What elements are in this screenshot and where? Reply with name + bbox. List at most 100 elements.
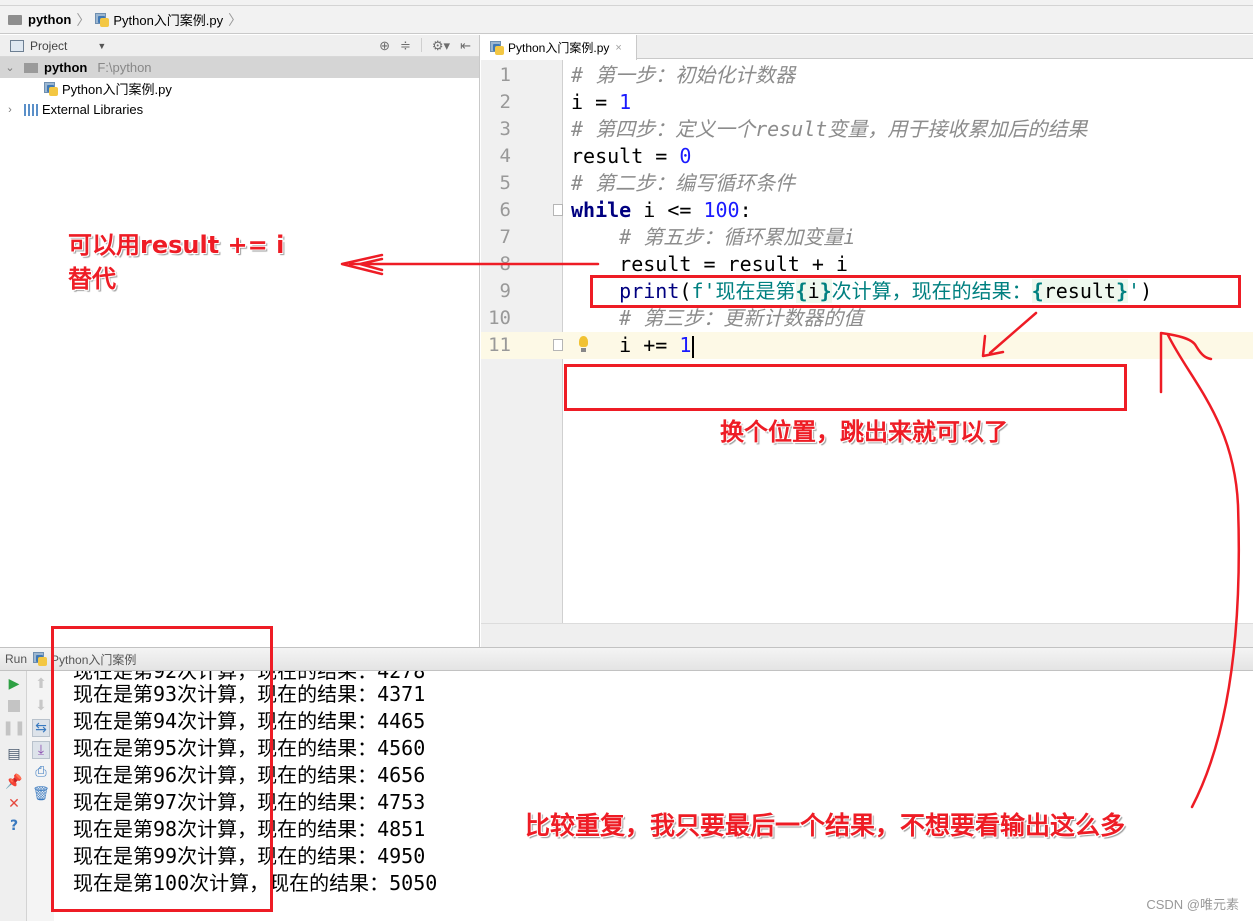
breadcrumb-file[interactable]: Python入门案例.py [113, 10, 223, 29]
project-panel-title[interactable]: Project [30, 39, 67, 53]
line-number: 9 [499, 280, 511, 302]
locate-icon[interactable]: ⊕ [379, 38, 390, 54]
code-line-1[interactable]: # 第一步：初始化计数器 [563, 62, 1253, 89]
down-arrow-icon[interactable]: ⬇ [32, 697, 50, 715]
tree-item-path: F:\python [97, 60, 152, 75]
line-number: 6 [499, 199, 511, 221]
breadcrumb-project[interactable]: python [28, 12, 71, 27]
code-line-7[interactable]: # 第五步：循环累加变量i [563, 224, 1253, 251]
breadcrumb: python 〉 Python入门案例.py 〉 [0, 6, 1253, 34]
line-number: 5 [499, 172, 511, 194]
folder-icon [8, 14, 22, 25]
folder-icon [24, 62, 38, 73]
code-line-3[interactable]: # 第四步：定义一个result变量，用于接收累加后的结果 [563, 116, 1253, 143]
collapse-all-icon[interactable]: ≑ [400, 38, 411, 54]
gear-icon[interactable]: ⚙▾ [432, 38, 450, 54]
run-panel-label[interactable]: Run [5, 652, 27, 666]
annotation-replace-note: 可以用result += i 替代 [68, 228, 284, 296]
code-line-6[interactable]: while i <= 100: [553, 197, 1253, 224]
tree-item-label: Python入门案例.py [62, 82, 172, 97]
code-line-2[interactable]: i = 1 [563, 89, 1253, 116]
hide-panel-icon[interactable]: ⇤ [460, 38, 471, 54]
tree-item-label: External Libraries [42, 102, 144, 117]
code-line-11[interactable]: i += 1 [553, 332, 1253, 359]
tree-item-file[interactable]: Python入门案例.py [0, 78, 479, 99]
project-panel: Project ▼ ⊕ ≑ ⚙▾ ⇤ ⌄ python F:\python Py… [0, 35, 480, 647]
number-literal: 0 [679, 144, 692, 168]
trash-icon[interactable]: 🗑 [32, 785, 50, 803]
soft-wrap-icon[interactable]: ⇆ [32, 719, 50, 737]
number-literal: 1 [619, 90, 632, 114]
pin-icon[interactable]: 📌 [5, 773, 23, 791]
tree-item-label: python [44, 60, 88, 75]
code-text: result = result + i [571, 252, 848, 276]
line-number: 10 [488, 307, 511, 329]
toolbar-divider [420, 38, 422, 52]
tab-python-file[interactable]: Python入门案例.py × [481, 35, 637, 60]
print-icon[interactable]: ⎙ [32, 763, 50, 781]
stop-icon[interactable] [5, 697, 23, 715]
code-line-4[interactable]: result = 0 [563, 143, 1253, 170]
fold-marker-icon[interactable] [553, 204, 563, 216]
editor-tab-bar: Python入门案例.py × [481, 35, 1253, 60]
python-file-icon [490, 40, 504, 55]
run-toolbar-secondary: ⬆ ⬇ ⇆ ⤓ ⎙ 🗑 [27, 671, 54, 921]
code-text: : [739, 198, 752, 222]
tree-item-external-libraries[interactable]: › External Libraries [0, 99, 479, 120]
annotation-line: 可以用result += i [68, 231, 285, 259]
chevron-right-icon: 〉 [228, 11, 243, 28]
lightbulb-icon[interactable] [579, 336, 588, 352]
python-icon [33, 652, 48, 666]
comment: # 第四步：定义一个result变量，用于接收累加后的结果 [571, 117, 1088, 141]
annotation-repeat-note: 比较重复，我只要最后一个结果，不想要看输出这么多 [525, 811, 1126, 840]
line-number: 7 [499, 226, 511, 248]
watermark: CSDN @唯元素 [1146, 897, 1239, 912]
highlight-box-print-line [590, 275, 1241, 308]
dropdown-arrow-icon[interactable]: ▼ [97, 41, 106, 51]
line-number-gutter: 1 2 3 4 5 6 7 8 9 10 11 [481, 60, 563, 623]
line-number: 11 [488, 334, 511, 356]
code-text: i = [571, 90, 620, 114]
text-cursor [692, 335, 695, 358]
libraries-icon [24, 103, 38, 116]
line-number: 3 [499, 118, 511, 140]
project-panel-header: Project ▼ ⊕ ≑ ⚙▾ ⇤ [0, 35, 479, 57]
editor-horizontal-scrollbar[interactable] [481, 623, 1253, 647]
line-number: 4 [499, 145, 511, 167]
comment: # 第三步：更新计数器的值 [571, 306, 864, 330]
highlight-box-output [51, 626, 273, 912]
chevron-right-icon[interactable]: › [2, 104, 18, 116]
code-line-8[interactable]: result = result + i [563, 251, 1253, 278]
tree-item-project-root[interactable]: ⌄ python F:\python [0, 57, 479, 78]
python-file-icon [44, 81, 58, 96]
code-text: i <= [631, 198, 704, 222]
help-icon[interactable]: ? [5, 817, 23, 835]
chevron-right-icon: 〉 [76, 11, 91, 28]
close-icon[interactable]: ✕ [5, 795, 23, 813]
pause-icon[interactable]: ❚❚ [2, 719, 25, 737]
annotation-move-note: 换个位置，跳出来就可以了 [720, 418, 1008, 446]
line-number: 8 [499, 253, 511, 275]
line-number: 2 [499, 91, 511, 113]
restore-layout-icon[interactable]: ▤ [5, 745, 23, 763]
keyword: while [571, 198, 632, 222]
chevron-down-icon[interactable]: ⌄ [2, 61, 18, 74]
up-arrow-icon[interactable]: ⬆ [32, 675, 50, 693]
comment: # 第二步：编写循环条件 [571, 171, 796, 195]
code-line-10[interactable]: # 第三步：更新计数器的值 [563, 305, 1253, 332]
tab-label: Python入门案例.py [508, 41, 610, 55]
fold-end-marker-icon[interactable] [553, 339, 563, 351]
comment: # 第一步：初始化计数器 [571, 63, 796, 87]
run-toolbar-primary: ▶ ❚❚ ▤ 📌 ✕ ? [0, 671, 27, 921]
line-number: 1 [499, 64, 511, 86]
code-editor[interactable]: # 第一步：初始化计数器 i = 1 # 第四步：定义一个result变量，用于… [553, 60, 1253, 623]
project-view-icon [10, 39, 24, 52]
code-line-5[interactable]: # 第二步：编写循环条件 [563, 170, 1253, 197]
python-file-icon [95, 12, 110, 27]
rerun-icon[interactable]: ▶ [5, 675, 23, 693]
close-tab-icon[interactable]: × [615, 42, 621, 54]
number-literal: 100 [703, 198, 740, 222]
code-text: result = [571, 144, 680, 168]
project-toolbar: ⊕ ≑ ⚙▾ ⇤ [379, 38, 471, 54]
scroll-to-end-icon[interactable]: ⤓ [32, 741, 50, 759]
